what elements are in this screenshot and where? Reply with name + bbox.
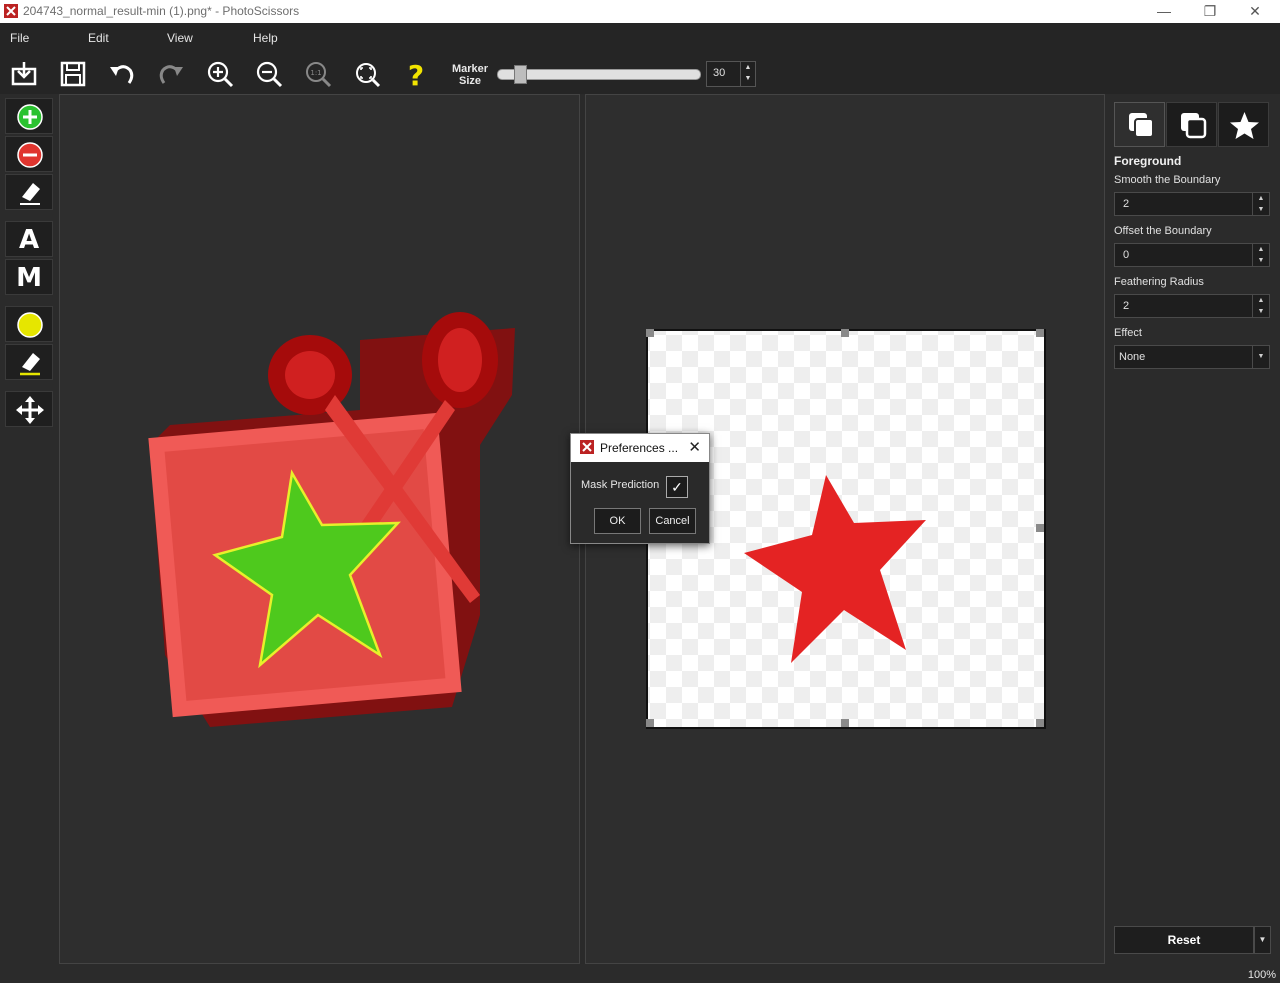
eraser-icon[interactable] bbox=[5, 174, 53, 210]
window-title: 204743_normal_result-min (1).png* - Phot… bbox=[23, 4, 300, 18]
menu-file[interactable]: File bbox=[10, 31, 29, 45]
menu-help[interactable]: Help bbox=[253, 31, 278, 45]
offset-spinner[interactable]: ▲ ▼ bbox=[1252, 244, 1269, 266]
smooth-spinner[interactable]: ▲ ▼ bbox=[1252, 193, 1269, 215]
spin-down-icon[interactable]: ▼ bbox=[1253, 255, 1269, 266]
background-marker-icon[interactable] bbox=[5, 136, 53, 172]
menu-bar: File Edit View Help bbox=[0, 23, 1280, 56]
settings-panel: Foreground Smooth the Boundary 2 ▲ ▼ Offs… bbox=[1105, 94, 1280, 983]
marker-label-line1: Marker bbox=[451, 63, 489, 75]
zoom-fit-icon[interactable] bbox=[352, 59, 382, 89]
cancel-button[interactable]: Cancel bbox=[649, 508, 696, 534]
effect-label: Effect bbox=[1114, 327, 1142, 339]
source-image bbox=[148, 312, 515, 727]
hair-marker-a-icon[interactable]: A bbox=[5, 221, 53, 257]
mask-prediction-label: Mask Prediction bbox=[581, 479, 660, 491]
redo-icon[interactable] bbox=[156, 59, 186, 89]
ok-button[interactable]: OK bbox=[594, 508, 641, 534]
toolbar: 1:1 ? Marker Size 30 ▲ ▼ bbox=[0, 55, 1280, 94]
marker-size-value: 30 bbox=[713, 67, 726, 79]
spin-up-icon[interactable]: ▲ bbox=[1253, 193, 1269, 204]
svg-text:1:1: 1:1 bbox=[310, 69, 321, 77]
move-icon[interactable] bbox=[5, 391, 53, 427]
background-tab-icon[interactable] bbox=[1166, 102, 1217, 147]
menu-view[interactable]: View bbox=[167, 31, 193, 45]
marker-size-input[interactable]: 30 ▲ ▼ bbox=[706, 61, 756, 87]
spin-up-icon[interactable]: ▲ bbox=[1253, 295, 1269, 306]
spin-up-icon[interactable]: ▲ bbox=[741, 62, 755, 73]
help-icon[interactable]: ? bbox=[401, 59, 431, 92]
feather-label: Feathering Radius bbox=[1114, 276, 1204, 288]
marker-size-label: Marker Size bbox=[448, 63, 492, 87]
mask-prediction-checkbox[interactable]: ✓ bbox=[666, 476, 688, 498]
marker-label-line2: Size bbox=[458, 75, 481, 87]
hair-marker-icon[interactable] bbox=[5, 306, 53, 342]
zoom-1to1-icon[interactable]: 1:1 bbox=[303, 59, 333, 89]
menu-edit[interactable]: Edit bbox=[88, 31, 109, 45]
offset-label: Offset the Boundary bbox=[1114, 225, 1212, 237]
reset-button[interactable]: Reset bbox=[1114, 926, 1254, 954]
dialog-title: Preferences ... bbox=[600, 441, 679, 455]
effect-select[interactable]: None ▼ bbox=[1114, 345, 1270, 369]
effect-value: None bbox=[1119, 351, 1146, 363]
smooth-input[interactable]: 2 ▲ ▼ bbox=[1114, 192, 1270, 216]
zoom-in-icon[interactable] bbox=[205, 59, 235, 89]
close-button[interactable]: ✕ bbox=[1232, 0, 1278, 23]
chevron-down-icon[interactable]: ▼ bbox=[1252, 346, 1269, 368]
undo-icon[interactable] bbox=[107, 59, 137, 89]
feather-input[interactable]: 2 ▲ ▼ bbox=[1114, 294, 1270, 318]
zoom-level: 100% bbox=[1247, 969, 1276, 981]
tool-palette: A M bbox=[0, 94, 58, 964]
minimize-button[interactable]: — bbox=[1141, 0, 1187, 23]
foreground-marker-icon[interactable] bbox=[5, 98, 53, 134]
smooth-value: 2 bbox=[1123, 198, 1130, 210]
section-title: Foreground bbox=[1114, 154, 1182, 168]
marker-size-slider-thumb[interactable] bbox=[514, 65, 527, 84]
restore-button[interactable]: ❐ bbox=[1187, 0, 1233, 23]
title-bar: 204743_normal_result-min (1).png* - Phot… bbox=[0, 0, 1280, 23]
source-canvas[interactable] bbox=[59, 94, 580, 964]
marker-size-spinner[interactable]: ▲ ▼ bbox=[740, 62, 755, 86]
foreground-tab-icon[interactable] bbox=[1114, 102, 1165, 147]
save-icon[interactable] bbox=[58, 59, 88, 89]
eraser-yellow-icon[interactable] bbox=[5, 344, 53, 380]
smooth-label: Smooth the Boundary bbox=[1114, 174, 1221, 186]
svg-text:?: ? bbox=[408, 59, 424, 89]
app-icon bbox=[4, 4, 18, 18]
spin-up-icon[interactable]: ▲ bbox=[1253, 244, 1269, 255]
effects-star-icon[interactable] bbox=[1218, 102, 1269, 147]
spin-down-icon[interactable]: ▼ bbox=[1253, 306, 1269, 317]
offset-value: 0 bbox=[1123, 249, 1130, 261]
import-icon[interactable] bbox=[9, 59, 39, 89]
hair-marker-m-icon[interactable]: M bbox=[5, 259, 53, 295]
dialog-close-icon[interactable]: ✕ bbox=[688, 438, 701, 456]
spin-down-icon[interactable]: ▼ bbox=[1253, 204, 1269, 215]
preferences-dialog: Preferences ... ✕ Mask Prediction ✓ OK C… bbox=[570, 433, 710, 544]
dialog-title-bar: Preferences ... ✕ bbox=[571, 434, 709, 462]
app-icon bbox=[580, 440, 594, 454]
marker-size-slider[interactable] bbox=[497, 69, 701, 80]
reset-dropdown-icon[interactable]: ▼ bbox=[1254, 926, 1271, 954]
feather-value: 2 bbox=[1123, 300, 1130, 312]
offset-input[interactable]: 0 ▲ ▼ bbox=[1114, 243, 1270, 267]
spin-down-icon[interactable]: ▼ bbox=[741, 73, 755, 84]
feather-spinner[interactable]: ▲ ▼ bbox=[1252, 295, 1269, 317]
zoom-out-icon[interactable] bbox=[254, 59, 284, 89]
